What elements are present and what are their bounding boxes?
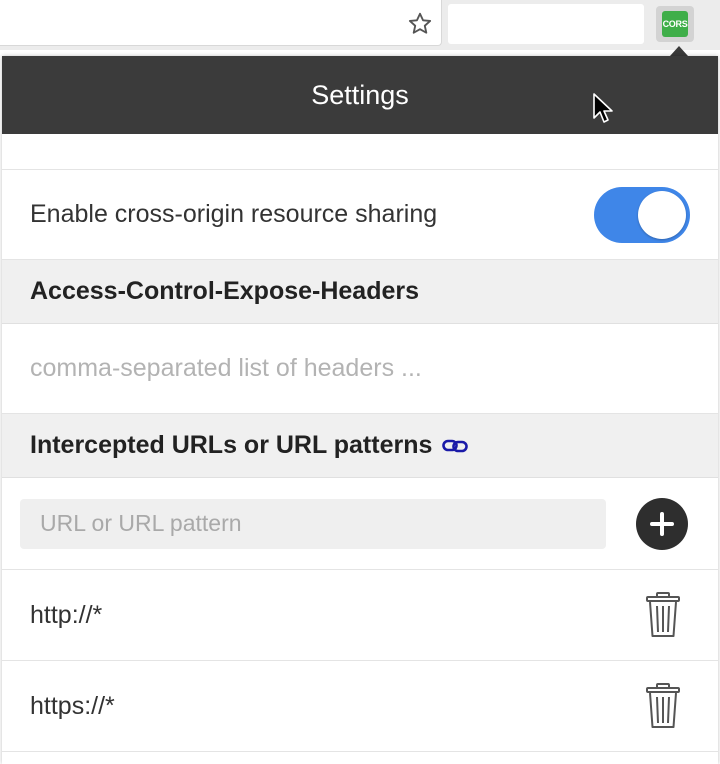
intercepted-urls-heading: Intercepted URLs or URL patterns bbox=[2, 414, 718, 478]
url-pattern-text: https://* bbox=[30, 691, 115, 720]
enable-cors-row: Enable cross-origin resource sharing bbox=[2, 170, 718, 260]
popup-caret bbox=[670, 46, 688, 56]
browser-toolbar: CORS bbox=[0, 0, 720, 56]
page-title: Settings bbox=[311, 79, 409, 110]
cursor-icon bbox=[593, 93, 613, 123]
url-add-row bbox=[2, 478, 718, 570]
cors-extension-icon: CORS bbox=[662, 11, 688, 37]
expose-headers-heading: Access-Control-Expose-Headers bbox=[2, 260, 718, 324]
expose-headers-title: Access-Control-Expose-Headers bbox=[30, 277, 420, 305]
url-pattern-row: http://* bbox=[2, 570, 718, 661]
enable-cors-label: Enable cross-origin resource sharing bbox=[30, 200, 438, 228]
address-bar[interactable] bbox=[0, 0, 442, 46]
url-pattern-row: https://* bbox=[2, 661, 718, 752]
expose-headers-row bbox=[2, 324, 718, 414]
url-pattern-text: http://* bbox=[30, 600, 103, 629]
enable-cors-toggle[interactable] bbox=[594, 186, 690, 243]
star-icon[interactable] bbox=[406, 10, 434, 38]
toggle-knob bbox=[638, 190, 686, 239]
extension-popup: Settings Enable cross-origin resource sh… bbox=[2, 56, 718, 764]
expose-headers-input[interactable] bbox=[30, 354, 690, 383]
url-pattern-input[interactable] bbox=[20, 498, 606, 549]
trash-icon[interactable] bbox=[646, 683, 680, 729]
extensions-area bbox=[448, 4, 644, 44]
intercepted-urls-title: Intercepted URLs or URL patterns bbox=[30, 431, 433, 459]
spacer bbox=[2, 134, 718, 170]
link-icon[interactable] bbox=[442, 438, 469, 454]
trash-icon[interactable] bbox=[646, 592, 680, 638]
add-url-button[interactable] bbox=[636, 497, 688, 550]
cors-extension-button[interactable]: CORS bbox=[656, 6, 694, 42]
